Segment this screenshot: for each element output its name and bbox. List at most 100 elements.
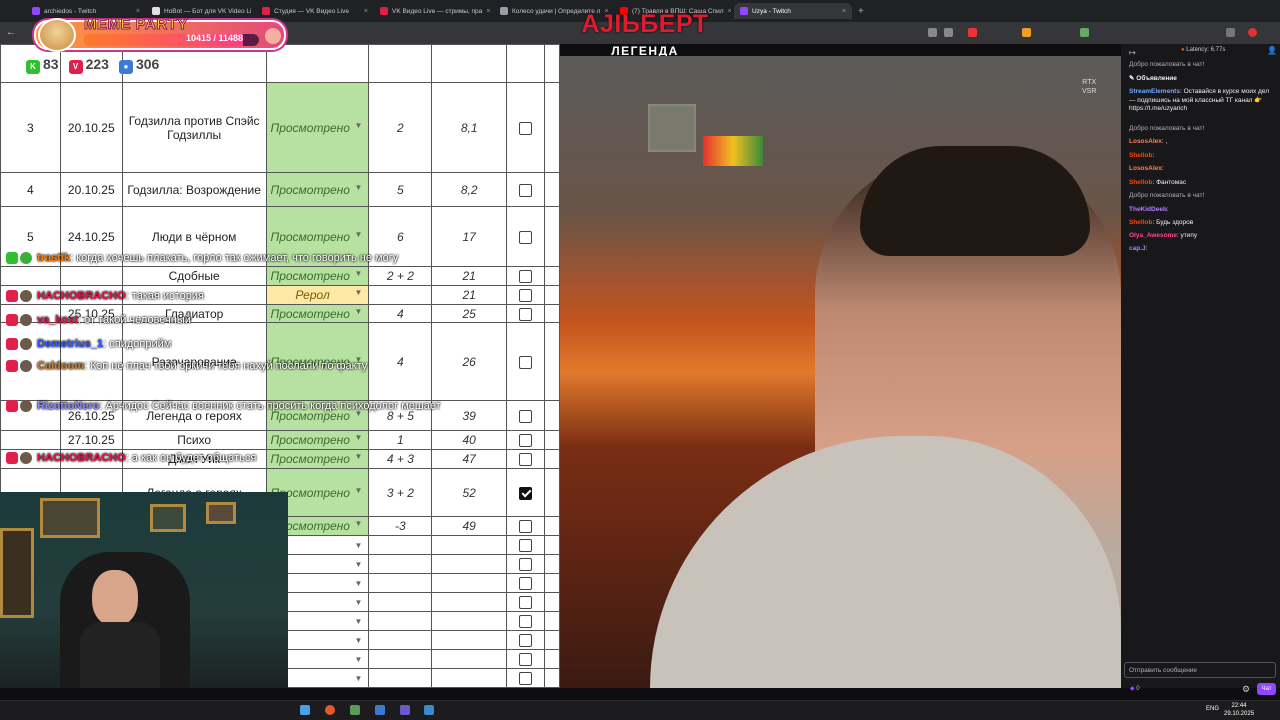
watched-checkbox[interactable] <box>519 230 533 244</box>
profile-icon[interactable] <box>1226 28 1235 37</box>
overlay-chat-message: HACHOBRACHO: такая история <box>6 290 204 303</box>
watched-checkbox[interactable] <box>519 558 533 572</box>
toys <box>703 136 763 166</box>
watched-checkbox[interactable] <box>519 434 533 448</box>
chevron-down-icon[interactable]: ▼ <box>355 183 363 192</box>
taskbar <box>0 700 1280 720</box>
chevron-down-icon[interactable]: ▼ <box>355 674 363 683</box>
rtx-vsr-badge: RTX VSR <box>1082 79 1097 95</box>
language-indicator[interactable]: ENG <box>1206 706 1219 712</box>
extension-icon[interactable] <box>968 28 977 37</box>
row-rating: 8,2 <box>431 172 508 207</box>
telegram-icon[interactable] <box>300 705 310 715</box>
chevron-down-icon[interactable]: ▼ <box>355 486 363 495</box>
status-dropdown[interactable]: Рерол ▼ <box>265 285 370 305</box>
chevron-down-icon[interactable]: ▼ <box>355 519 363 528</box>
row-votes: -3 <box>368 516 433 536</box>
status-dropdown[interactable]: Просмотрено ▼ <box>265 304 370 323</box>
announcement-header: ✎ Объявление <box>1129 75 1177 82</box>
chevron-down-icon[interactable]: ▼ <box>355 288 363 297</box>
close-icon[interactable]: × <box>364 8 368 15</box>
bot-icon <box>152 7 160 15</box>
chevron-down-icon[interactable]: ▼ <box>355 560 363 569</box>
chat-message: Shellob: Фантомас <box>1129 179 1187 186</box>
app-icon[interactable] <box>424 705 434 715</box>
close-icon[interactable]: × <box>486 8 490 15</box>
pig-icon <box>265 28 281 44</box>
painting <box>206 502 236 524</box>
row-date: 20.10.25 <box>59 172 123 207</box>
app-icon[interactable] <box>350 705 360 715</box>
watched-checkbox[interactable] <box>519 634 533 648</box>
star-icon[interactable] <box>944 28 953 37</box>
chevron-down-icon[interactable]: ▼ <box>355 433 363 442</box>
watched-checkbox-checked[interactable] <box>519 486 533 500</box>
watched-checkbox[interactable] <box>519 653 533 667</box>
points-icon: ◆ <box>1130 686 1135 692</box>
chevron-down-icon[interactable]: ▼ <box>355 617 363 626</box>
chevron-down-icon[interactable]: ▼ <box>355 269 363 278</box>
table-row: 3 20.10.25 Годзилла против Спэйс Годзилл… <box>0 82 560 173</box>
clock[interactable]: 22:44 29.10.2025 <box>1224 702 1254 718</box>
chat-message: Olya_Awesome: утипу <box>1129 232 1198 239</box>
meme-party-title: MEME PARTY <box>84 16 188 34</box>
chevron-down-icon[interactable]: ▼ <box>355 598 363 607</box>
avatar[interactable] <box>1248 28 1257 37</box>
chevron-down-icon[interactable]: ▼ <box>355 579 363 588</box>
channel-points[interactable]: ◆ 0 <box>1130 685 1140 692</box>
chevron-down-icon[interactable]: ▼ <box>355 452 363 461</box>
watched-checkbox[interactable] <box>519 577 533 591</box>
collapse-icon[interactable]: ↦ <box>1129 48 1136 57</box>
extension-icon[interactable] <box>1080 28 1089 37</box>
chat-send-button[interactable]: Чат <box>1257 683 1276 695</box>
watched-checkbox[interactable] <box>519 453 533 467</box>
zoom-icon[interactable] <box>928 28 937 37</box>
chat-panel: ↦ ● Latency: 6.77s 👤 Добро пожаловать в … <box>1121 44 1280 688</box>
watched-checkbox[interactable] <box>519 183 533 197</box>
tab-6-active[interactable]: Uzya - Twitch × <box>734 3 852 19</box>
browser-icon[interactable] <box>325 705 335 715</box>
status-dropdown[interactable]: Просмотрено ▼ <box>265 449 370 469</box>
status-dropdown[interactable]: Просмотрено ▼ <box>265 430 370 450</box>
close-icon[interactable]: × <box>136 8 140 15</box>
painting <box>150 504 186 532</box>
tab-3[interactable]: VK Видео Live — стримы, пра × <box>374 3 494 19</box>
watched-checkbox[interactable] <box>519 596 533 610</box>
watched-checkbox[interactable] <box>519 520 533 534</box>
chevron-down-icon[interactable]: ▼ <box>355 121 363 130</box>
chevron-down-icon[interactable]: ▼ <box>355 655 363 664</box>
status-dropdown[interactable]: Просмотрено ▼ <box>265 266 370 286</box>
vk-live-icon <box>6 400 18 413</box>
back-icon[interactable]: ← <box>6 27 16 38</box>
app-icon[interactable] <box>375 705 385 715</box>
watched-checkbox[interactable] <box>519 121 533 135</box>
chevron-down-icon[interactable]: ▼ <box>355 541 363 550</box>
watched-checkbox[interactable] <box>519 539 533 553</box>
watched-checkbox[interactable] <box>519 615 533 629</box>
watched-checkbox[interactable] <box>519 409 533 423</box>
tab-2[interactable]: Студия — VK Видео Live × <box>256 3 374 19</box>
status-dropdown[interactable]: Просмотрено ▼ <box>265 172 370 207</box>
watched-checkbox[interactable] <box>519 307 533 321</box>
watched-checkbox[interactable] <box>519 270 533 284</box>
extension-icon[interactable] <box>1022 28 1031 37</box>
watched-checkbox[interactable] <box>519 672 533 686</box>
avatar <box>20 360 32 373</box>
chevron-down-icon[interactable]: ▼ <box>355 230 363 239</box>
close-icon[interactable]: × <box>842 8 846 15</box>
chat-input[interactable]: Отправить сообщение <box>1124 662 1276 678</box>
watched-checkbox[interactable] <box>519 355 533 369</box>
row-votes: 4 <box>368 322 433 401</box>
watched-checkbox[interactable] <box>519 289 533 303</box>
streamer-nickname: AJIЬБЕРТ <box>581 10 709 38</box>
chevron-down-icon[interactable]: ▼ <box>355 636 363 645</box>
new-tab-button[interactable]: + <box>852 3 868 19</box>
app-icon[interactable] <box>400 705 410 715</box>
users-icon[interactable]: 👤 <box>1267 46 1277 55</box>
chevron-down-icon[interactable]: ▼ <box>355 307 363 316</box>
row-rating: 21 <box>431 285 508 305</box>
vk-icon <box>380 7 388 15</box>
row-rating: 47 <box>431 449 508 469</box>
status-dropdown[interactable]: Просмотрено ▼ <box>265 82 370 173</box>
gear-icon[interactable]: ⚙ <box>1242 684 1250 695</box>
